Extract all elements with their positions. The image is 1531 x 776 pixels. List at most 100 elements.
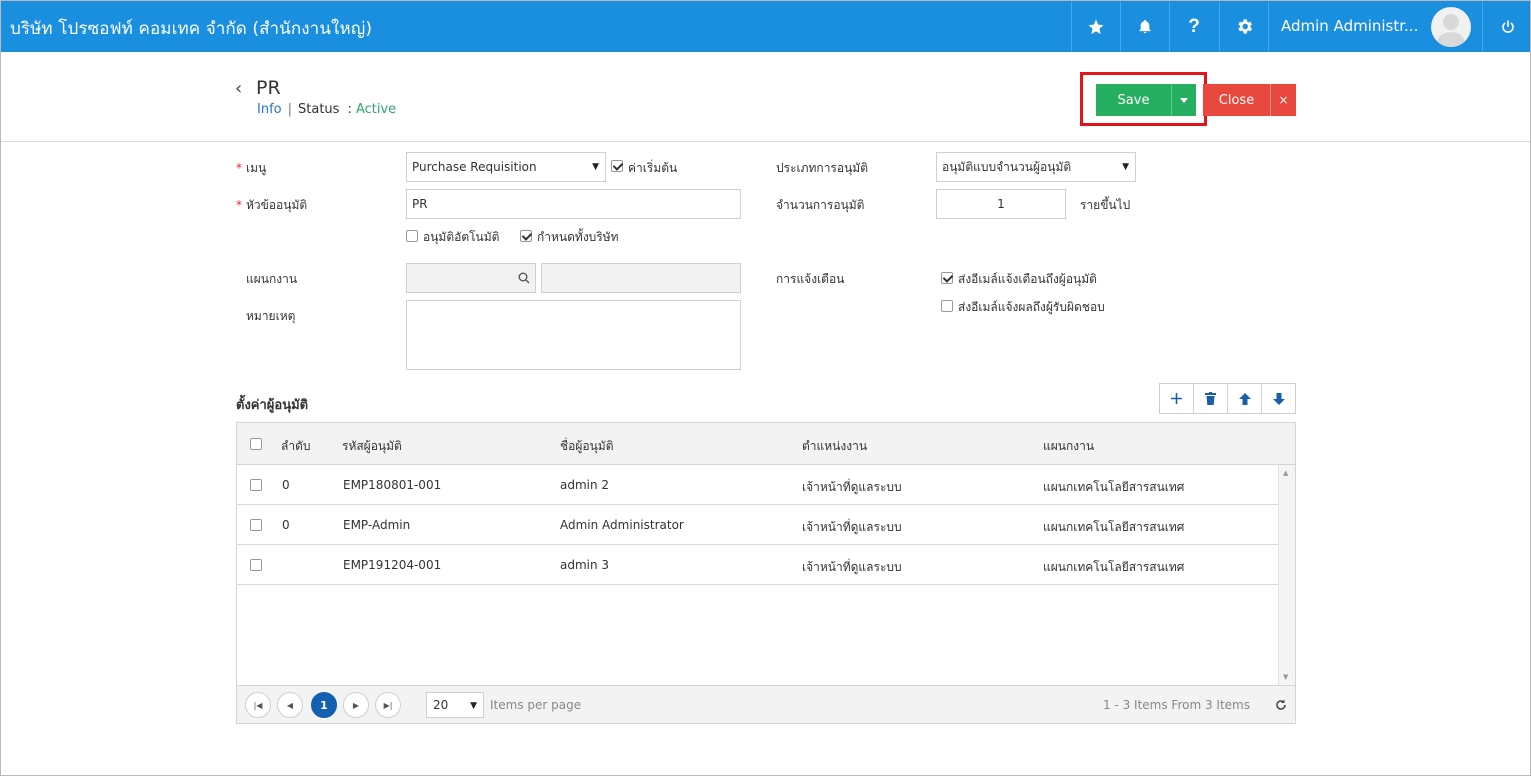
cell-code: EMP-Admin: [343, 518, 411, 532]
cell-order: 0: [282, 478, 290, 492]
cell-position: เจ้าหน้าที่ดูแลระบบ: [802, 520, 902, 534]
menu-select[interactable]: Purchase Requisition ▼: [406, 152, 606, 182]
page-title: PR: [256, 77, 281, 99]
col-order[interactable]: ลำดับ: [281, 437, 311, 456]
company-wide-label: กำหนดทั้งบริษัท: [537, 230, 619, 244]
row-checkbox[interactable]: [250, 559, 262, 571]
notify-approver-checkbox[interactable]: [941, 272, 953, 284]
approve-count-value: 1: [997, 197, 1005, 211]
cell-position: เจ้าหน้าที่ดูแลระบบ: [802, 480, 902, 494]
subject-label: * หัวข้ออนุมัติ: [236, 198, 308, 212]
first-page-button[interactable]: |◀: [245, 692, 271, 718]
subject-input[interactable]: PR: [406, 189, 741, 219]
move-down-button[interactable]: [1261, 383, 1296, 414]
table-row[interactable]: EMP191204-001 admin 3 เจ้าหน้าที่ดูแลระบ…: [237, 545, 1278, 585]
grid-pager: |◀ ◀ 1 ▶ ▶| 20 ▼ Items per page 1 - 3 It…: [237, 685, 1295, 723]
default-checkbox[interactable]: [611, 160, 623, 172]
top-bar: บริษัท โปรซอฟท์ คอมเทค จำกัด (สำนักงานให…: [1, 1, 1530, 52]
remark-label: หมายเหตุ: [246, 309, 296, 323]
user-menu[interactable]: Admin Administr...: [1268, 1, 1482, 52]
auto-approve-checkbox[interactable]: [406, 230, 418, 242]
back-icon[interactable]: ‹: [235, 78, 242, 99]
col-name[interactable]: ชื่อผู้อนุมัติ: [560, 437, 614, 456]
cell-department: แผนกเทคโนโลยีสารสนเทศ: [1043, 560, 1185, 574]
cell-name: admin 3: [560, 558, 610, 572]
add-approver-button[interactable]: [1159, 383, 1194, 414]
department-label: แผนกงาน: [246, 272, 298, 286]
logout-button[interactable]: [1482, 1, 1530, 52]
table-row[interactable]: 0 EMP180801-001 admin 2 เจ้าหน้าที่ดูแลร…: [237, 465, 1278, 505]
cell-order: 0: [282, 518, 290, 532]
subject-input-value: PR: [412, 197, 428, 211]
delete-approver-button[interactable]: [1193, 383, 1228, 414]
notify-approver-label: ส่งอีเมล์แจ้งเตือนถึงผู้อนุมัติ: [958, 272, 1097, 286]
table-row[interactable]: 0 EMP-Admin Admin Administrator เจ้าหน้า…: [237, 505, 1278, 545]
approve-type-label: ประเภทการอนุมัติ: [776, 161, 868, 175]
approvers-title: ตั้งค่าผู้อนุมัติ: [236, 398, 309, 413]
col-code[interactable]: รหัสผู้อนุมัติ: [342, 437, 402, 456]
remark-textarea[interactable]: [406, 300, 741, 370]
cell-code: EMP191204-001: [343, 558, 442, 572]
cell-department: แผนกเทคโนโลยีสารสนเทศ: [1043, 520, 1185, 534]
last-page-button[interactable]: ▶|: [375, 692, 401, 718]
chevron-down-icon: ▼: [470, 701, 477, 711]
prev-page-button[interactable]: ◀: [277, 692, 303, 718]
refresh-icon[interactable]: [1275, 699, 1287, 711]
department-search-input[interactable]: [406, 263, 536, 293]
status-value: Active: [355, 102, 397, 117]
settings-button[interactable]: [1219, 1, 1268, 52]
info-link[interactable]: Info: [257, 102, 282, 117]
page-header: ‹ PR Info | Status : Active Save Close ×: [1, 52, 1530, 142]
notify-owner-label: ส่งอีเมล์แจ้งผลถึงผู้รับผิดชอบ: [958, 300, 1105, 314]
arrow-up-icon: [1238, 392, 1251, 405]
help-icon: ?: [1188, 15, 1200, 37]
scroll-down-icon[interactable]: ▼: [1283, 673, 1288, 681]
approve-type-value: อนุมัติแบบจำนวนผู้อนุมัติ: [942, 159, 1072, 174]
favorites-button[interactable]: [1071, 1, 1120, 52]
help-button[interactable]: ?: [1169, 1, 1218, 52]
notify-owner-checkbox[interactable]: [941, 300, 953, 312]
grid-header: ลำดับ รหัสผู้อนุมัติ ชื่อผู้อนุมัติ ตำแห…: [237, 423, 1295, 465]
row-checkbox[interactable]: [250, 519, 262, 531]
info-line: Info | Status : Active: [257, 102, 396, 117]
user-name: Admin Administr...: [1281, 17, 1419, 35]
approve-count-input[interactable]: 1: [936, 189, 1066, 219]
star-icon: [1088, 19, 1104, 34]
select-all-checkbox[interactable]: [250, 438, 262, 450]
save-dropdown-button[interactable]: [1171, 84, 1196, 116]
notifications-button[interactable]: [1120, 1, 1169, 52]
app-window: บริษัท โปรซอฟท์ คอมเทค จำกัด (สำนักงานให…: [0, 0, 1531, 776]
menu-label: * เมนู: [236, 161, 267, 175]
col-position[interactable]: ตำแหน่งงาน: [802, 437, 867, 456]
current-page-button[interactable]: 1: [311, 692, 337, 718]
avatar: [1431, 7, 1471, 47]
bell-icon: [1139, 19, 1151, 34]
cell-name: admin 2: [560, 478, 610, 492]
cell-department: แผนกเทคโนโลยีสารสนเทศ: [1043, 480, 1185, 494]
default-checkbox-label: ค่าเริ่มต้น: [628, 161, 678, 175]
row-checkbox[interactable]: [250, 479, 262, 491]
approvers-grid: ลำดับ รหัสผู้อนุมัติ ชื่อผู้อนุมัติ ตำแห…: [236, 422, 1296, 724]
scroll-up-icon[interactable]: ▲: [1283, 469, 1288, 477]
grid-scrollbar[interactable]: ▲ ▼: [1278, 465, 1295, 685]
cell-code: EMP180801-001: [343, 478, 442, 492]
approve-type-select[interactable]: อนุมัติแบบจำนวนผู้อนุมัติ ▼: [936, 152, 1136, 182]
save-button[interactable]: Save: [1096, 84, 1171, 116]
close-button[interactable]: Close: [1203, 84, 1270, 116]
next-page-button[interactable]: ▶: [343, 692, 369, 718]
move-up-button[interactable]: [1227, 383, 1262, 414]
chevron-down-icon: ▼: [1122, 162, 1129, 172]
items-per-page-label: Items per page: [490, 698, 582, 712]
page-size-select[interactable]: 20 ▼: [426, 692, 484, 718]
approve-count-label: จำนวนการอนุมัติ: [776, 198, 865, 212]
approve-count-unit: รายขึ้นไป: [1080, 198, 1131, 212]
close-x-button[interactable]: ×: [1270, 84, 1296, 116]
pager-summary: 1 - 3 Items From 3 Items: [1103, 698, 1250, 712]
col-department[interactable]: แผนกงาน: [1043, 437, 1094, 456]
caret-down-icon: [1180, 97, 1188, 103]
gear-icon: [1237, 19, 1252, 34]
notify-label: การแจ้งเตือน: [776, 272, 845, 286]
cell-position: เจ้าหน้าที่ดูแลระบบ: [802, 560, 902, 574]
chevron-down-icon: ▼: [592, 162, 599, 172]
company-wide-checkbox[interactable]: [520, 230, 532, 242]
